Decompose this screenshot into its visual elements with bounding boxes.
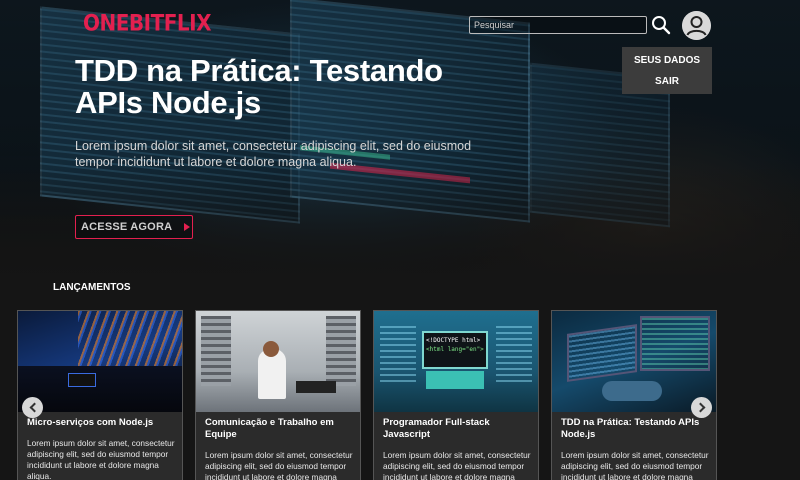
logo[interactable]: ONEBITFLIX — [83, 10, 212, 36]
course-carousel: Micro-serviços com Node.js Lorem ipsum d… — [17, 310, 717, 480]
search-icon[interactable] — [651, 15, 671, 35]
course-description: Lorem ipsum dolor sit amet, consectetur … — [27, 438, 175, 480]
access-now-label: ACESSE AGORA — [81, 221, 173, 233]
course-thumbnail — [196, 311, 360, 412]
course-thumbnail: <!DOCTYPE html> <html lang="en"> — [374, 311, 538, 412]
search-input[interactable] — [469, 16, 647, 34]
course-thumbnail — [18, 311, 182, 412]
course-title: Micro-serviços com Node.js — [27, 417, 154, 428]
course-card[interactable]: <!DOCTYPE html> <html lang="en"> Program… — [373, 310, 539, 480]
avatar[interactable] — [682, 11, 711, 40]
thumbnail-code-line: <!DOCTYPE html> — [426, 337, 481, 344]
course-thumbnail — [552, 311, 716, 412]
chevron-left-icon — [29, 402, 39, 413]
course-title: Comunicação e Trabalho em Equipe — [205, 417, 334, 440]
thumbnail-code-line: <html lang="en"> — [426, 346, 484, 353]
hero-description: Lorem ipsum dolor sit amet, consectetur … — [75, 139, 472, 169]
user-icon — [682, 11, 711, 40]
course-title: TDD na Prática: Testando APIs Node.js — [561, 417, 700, 440]
chevron-right-icon — [695, 402, 705, 413]
carousel-prev-button[interactable] — [22, 397, 43, 418]
play-icon — [184, 223, 191, 231]
menu-item-sair[interactable]: SAIR — [655, 76, 679, 87]
course-description: Lorem ipsum dolor sit amet, consectetur … — [561, 450, 709, 480]
course-title: Programador Full-stack Javascript — [383, 417, 490, 440]
course-card[interactable]: Micro-serviços com Node.js Lorem ipsum d… — [17, 310, 183, 480]
user-dropdown-menu: SEUS DADOS SAIR — [622, 47, 712, 94]
section-title: LANÇAMENTOS — [53, 282, 131, 293]
menu-item-seus-dados[interactable]: SEUS DADOS — [634, 55, 700, 66]
hero-title: TDD na Prática: Testando APIs Node.js — [75, 53, 443, 120]
carousel-next-button[interactable] — [691, 397, 712, 418]
course-card[interactable]: Comunicação e Trabalho em Equipe Lorem i… — [195, 310, 361, 480]
course-description: Lorem ipsum dolor sit amet, consectetur … — [383, 450, 531, 480]
course-card[interactable]: TDD na Prática: Testando APIs Node.js Lo… — [551, 310, 717, 480]
course-description: Lorem ipsum dolor sit amet, consectetur … — [205, 450, 353, 480]
access-now-button[interactable]: ACESSE AGORA — [75, 215, 193, 239]
